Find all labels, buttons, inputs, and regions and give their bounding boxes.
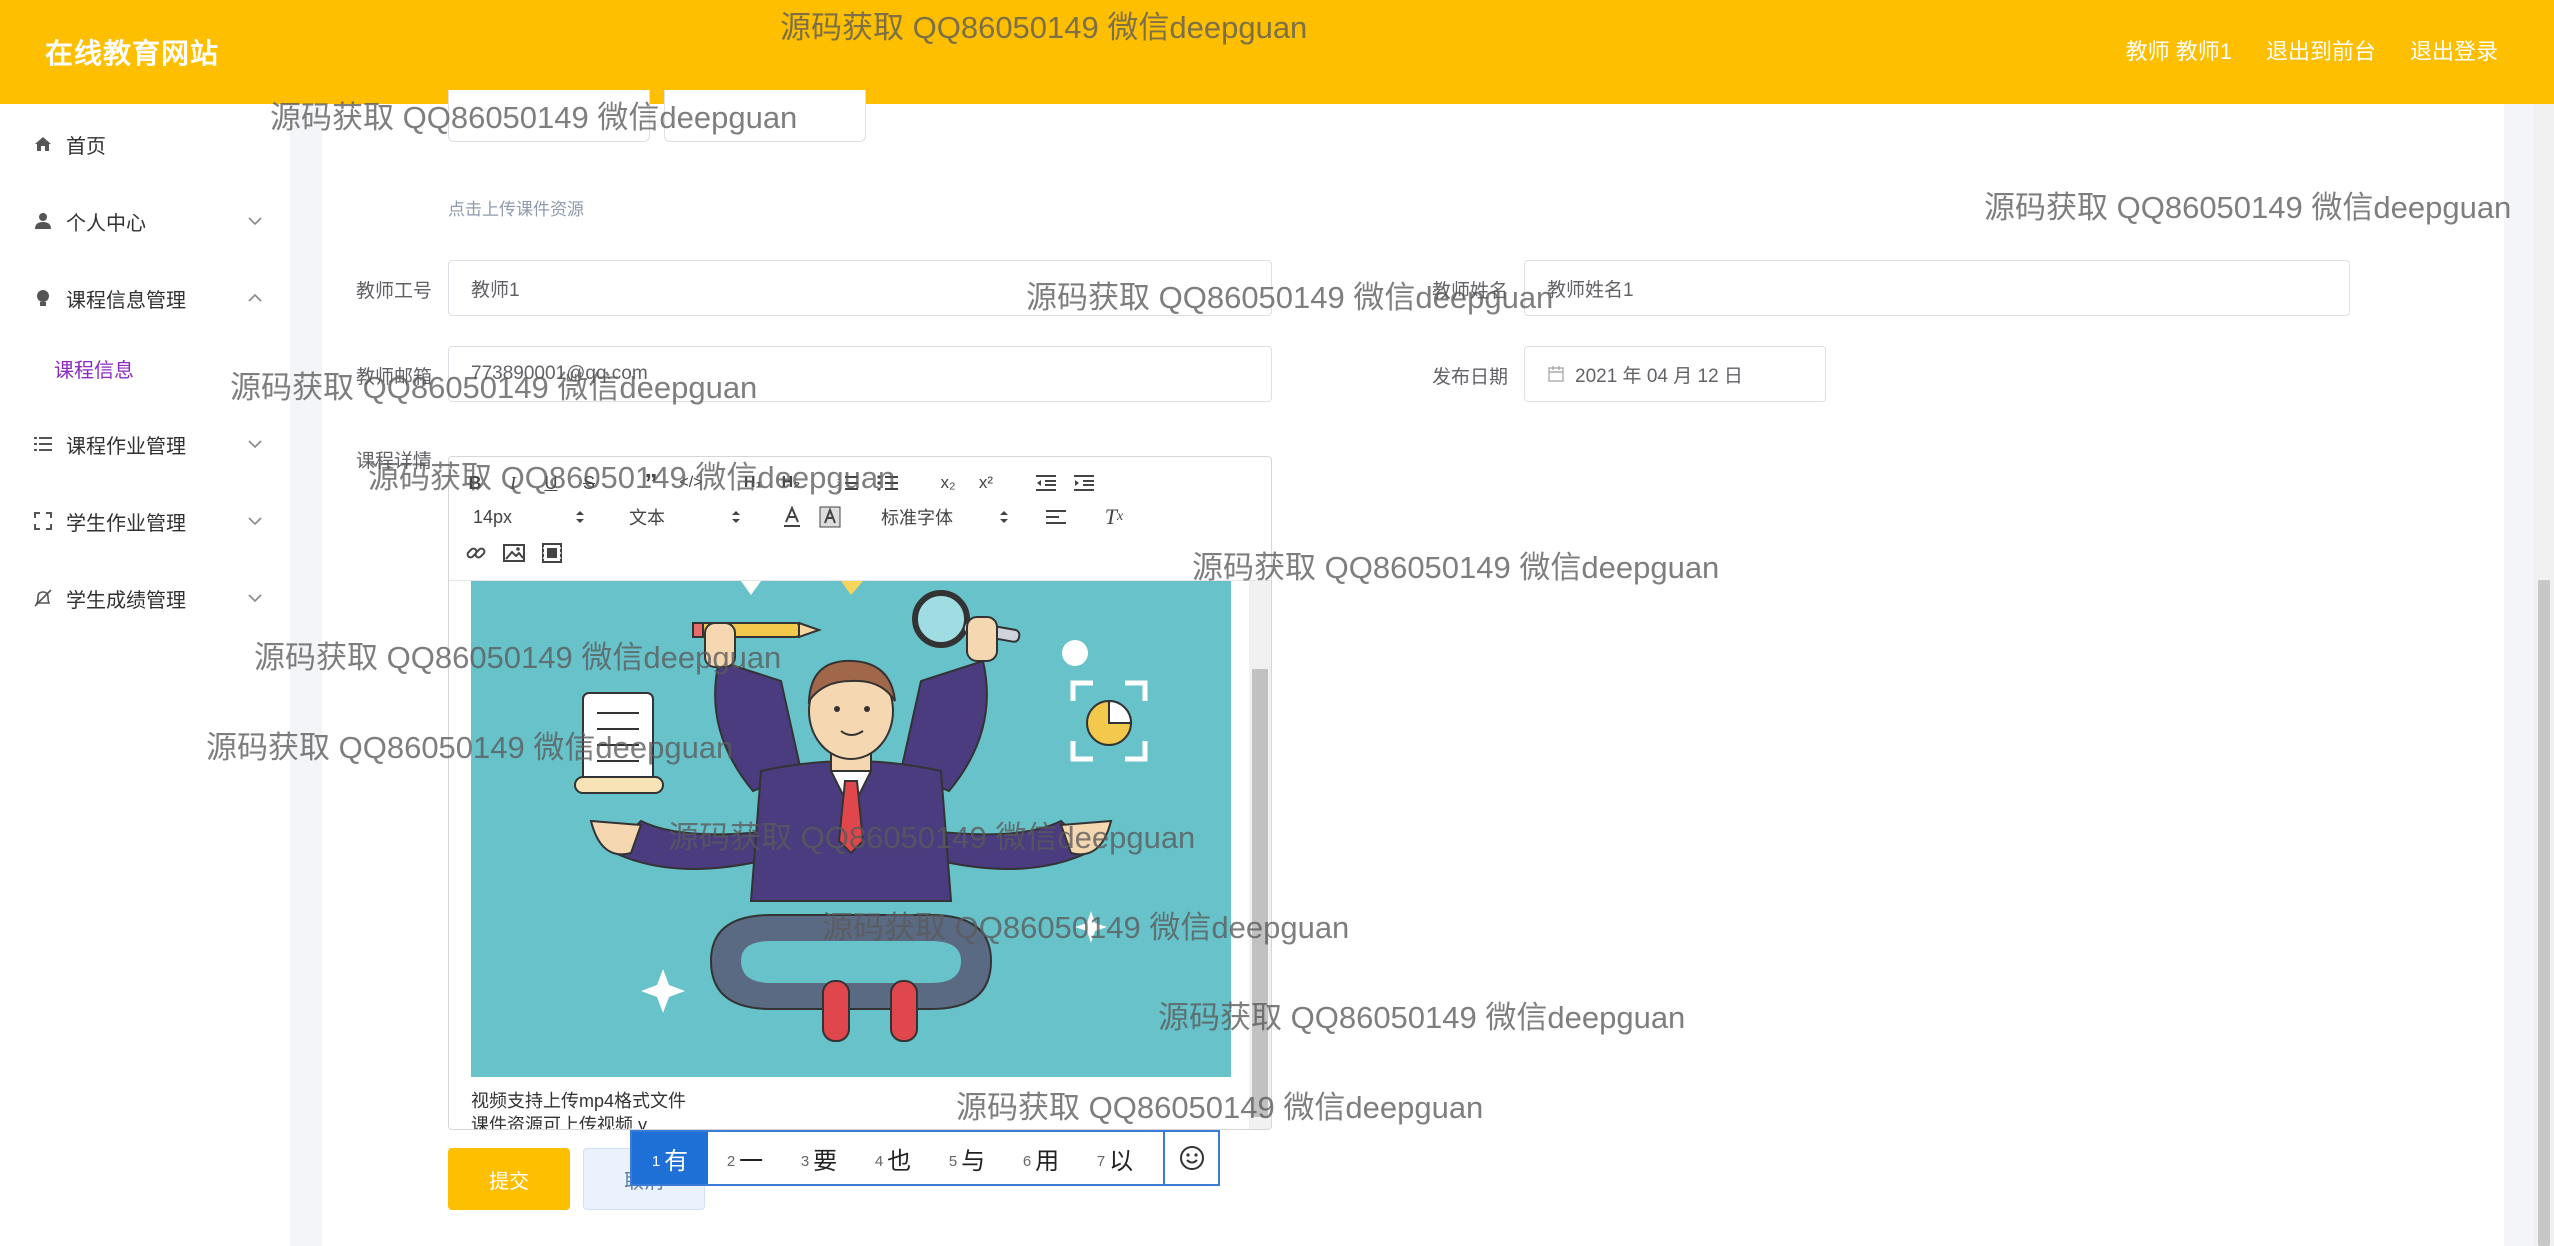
chevron-down-icon <box>248 594 262 603</box>
user-icon <box>32 210 54 232</box>
font-family-value: 标准字体 <box>881 508 953 528</box>
bulb-icon <box>32 287 54 309</box>
current-user-link[interactable]: 教师 教师1 <box>2126 34 2232 66</box>
logout-link[interactable]: 退出登录 <box>2410 34 2498 66</box>
back-to-front-link[interactable]: 退出到前台 <box>2266 34 2376 66</box>
ime-candidate[interactable]: 5与 <box>930 1132 1004 1184</box>
ime-candidate[interactable]: 3要 <box>782 1132 856 1184</box>
underline-icon[interactable]: U <box>539 469 563 497</box>
page-scrollbar-thumb[interactable] <box>2538 580 2550 1246</box>
header-1-icon[interactable]: H₁ <box>739 469 767 497</box>
select-arrows-icon <box>732 511 740 523</box>
bullet-list-icon[interactable] <box>875 469 901 497</box>
submit-button[interactable]: 提交 <box>448 1148 570 1210</box>
site-title: 在线教育网站 <box>45 38 220 69</box>
teacher-no-value: 教师1 <box>471 279 520 301</box>
chevron-down-icon <box>248 517 262 526</box>
blockquote-icon[interactable]: ” <box>639 468 663 498</box>
sidebar-item-course-info[interactable]: 课程信息管理 <box>0 268 290 328</box>
sidebar-item-label: 课程信息管理 <box>66 289 186 312</box>
course-detail-label: 课程详情 <box>355 451 432 472</box>
font-size-select[interactable]: 14px <box>473 503 585 531</box>
select-arrows-icon <box>1000 511 1008 523</box>
sidebar-item-label: 首页 <box>66 135 106 158</box>
sidebar-subitem-course-info[interactable]: 课程信息 <box>0 340 290 396</box>
ime-candidate[interactable]: 4也 <box>856 1132 930 1184</box>
teacher-no-input[interactable]: 教师1 <box>448 260 1272 316</box>
bold-icon[interactable]: B <box>463 469 487 497</box>
image-icon[interactable] <box>501 539 527 567</box>
scan-icon <box>32 510 54 532</box>
sidebar-item-student-grades[interactable]: 学生成绩管理 <box>0 568 290 628</box>
ime-candidate[interactable]: 6用 <box>1004 1132 1078 1184</box>
teacher-name-input[interactable]: 教师姓名1 <box>1524 260 2350 316</box>
editor-content[interactable]: 视频支持上传mp4格式文件 课件资源可上传视频 y <box>449 581 1271 1130</box>
sidebar-item-student-homework[interactable]: 学生作业管理 <box>0 491 290 551</box>
sidebar-item-label: 学生作业管理 <box>66 512 186 535</box>
font-family-select[interactable]: 标准字体 <box>881 503 1009 531</box>
editor-line-2: 课件资源可上传视频 y <box>471 1115 648 1130</box>
svg-text:3: 3 <box>837 488 841 492</box>
ime-candidate[interactable]: 2一 <box>708 1132 782 1184</box>
editor-toolbar: B I U S ” </> H₁ H₂ 123 x₂ x² 14px 文本 标准… <box>449 457 1271 581</box>
block-type-select[interactable]: 文本 <box>629 503 741 531</box>
teacher-email-label: 教师邮箱 <box>355 367 432 388</box>
upload-hint: 点击上传课件资源 <box>448 200 584 219</box>
chevron-up-icon <box>248 293 262 302</box>
clear-format-icon[interactable]: Tx <box>1101 503 1127 531</box>
rich-text-editor[interactable]: B I U S ” </> H₁ H₂ 123 x₂ x² 14px 文本 标准… <box>448 456 1272 1130</box>
italic-icon[interactable]: I <box>501 469 525 497</box>
font-color-icon[interactable] <box>779 503 805 531</box>
ime-candidate[interactable]: 7以 <box>1078 1132 1152 1184</box>
sidebar-subitem-label: 课程信息 <box>54 359 134 382</box>
ordered-list-icon[interactable]: 123 <box>835 469 861 497</box>
teacher-name-value: 教师姓名1 <box>1547 279 1634 301</box>
sidebar-item-home[interactable]: 首页 <box>0 114 290 174</box>
font-size-value: 14px <box>473 506 513 527</box>
block-type-value: 文本 <box>629 508 665 528</box>
publish-date-value: 2021 年 04 月 12 日 <box>1575 365 1743 387</box>
sidebar-item-course-homework[interactable]: 课程作业管理 <box>0 414 290 474</box>
calendar-icon <box>1548 366 1564 382</box>
header-links: 教师 教师1 退出到前台 退出登录 <box>2126 34 2498 66</box>
editor-line-1: 视频支持上传mp4格式文件 <box>471 1091 687 1111</box>
emoji-button[interactable] <box>1163 1130 1220 1186</box>
bell-off-icon <box>32 587 54 609</box>
publish-date-label: 发布日期 <box>1431 367 1508 388</box>
indent-icon[interactable] <box>1071 469 1097 497</box>
superscript-icon[interactable]: x² <box>973 469 999 497</box>
subscript-icon[interactable]: x₂ <box>935 469 961 497</box>
top-header: 在线教育网站 教师 教师1 退出到前台 退出登录 <box>0 0 2554 104</box>
select-arrows-icon <box>576 511 584 523</box>
sidebar: 首页 个人中心 课程信息管理 课程信息 课程作业管理 学生作业管理 学生成绩管理 <box>0 104 290 1246</box>
strike-icon[interactable]: S <box>577 469 601 497</box>
header-2-icon[interactable]: H₂ <box>777 469 805 497</box>
link-icon[interactable] <box>463 539 489 567</box>
home-icon <box>32 133 54 155</box>
smiley-icon <box>1179 1146 1204 1170</box>
chevron-down-icon <box>248 217 262 226</box>
sidebar-item-profile[interactable]: 个人中心 <box>0 191 290 251</box>
teacher-no-label: 教师工号 <box>355 281 432 302</box>
editor-scrollbar-thumb[interactable] <box>1252 669 1268 1117</box>
video-icon[interactable] <box>539 539 565 567</box>
sidebar-item-label: 学生成绩管理 <box>66 589 186 612</box>
teacher-email-input[interactable]: 773890001@qq.com <box>448 346 1272 402</box>
list-icon <box>32 433 54 455</box>
teacher-name-label: 教师姓名 <box>1431 281 1508 302</box>
align-left-icon[interactable] <box>1043 503 1069 531</box>
course-illustration <box>471 581 1231 1077</box>
code-block-icon[interactable]: </> <box>677 469 705 497</box>
ime-candidate-bar: 1有 2一 3要 4也 5与 6用 7以 <box>630 1130 1220 1186</box>
chevron-down-icon <box>248 440 262 449</box>
background-color-icon[interactable] <box>817 503 843 531</box>
upload-trigger-box[interactable] <box>664 90 866 142</box>
sidebar-item-label: 个人中心 <box>66 212 146 235</box>
teacher-email-value: 773890001@qq.com <box>471 363 648 384</box>
upload-preview-box[interactable] <box>448 90 650 142</box>
ime-candidate[interactable]: 1有 <box>632 1132 708 1184</box>
sidebar-item-label: 课程作业管理 <box>66 435 186 458</box>
outdent-icon[interactable] <box>1033 469 1059 497</box>
publish-date-picker[interactable]: 2021 年 04 月 12 日 <box>1524 346 1826 402</box>
